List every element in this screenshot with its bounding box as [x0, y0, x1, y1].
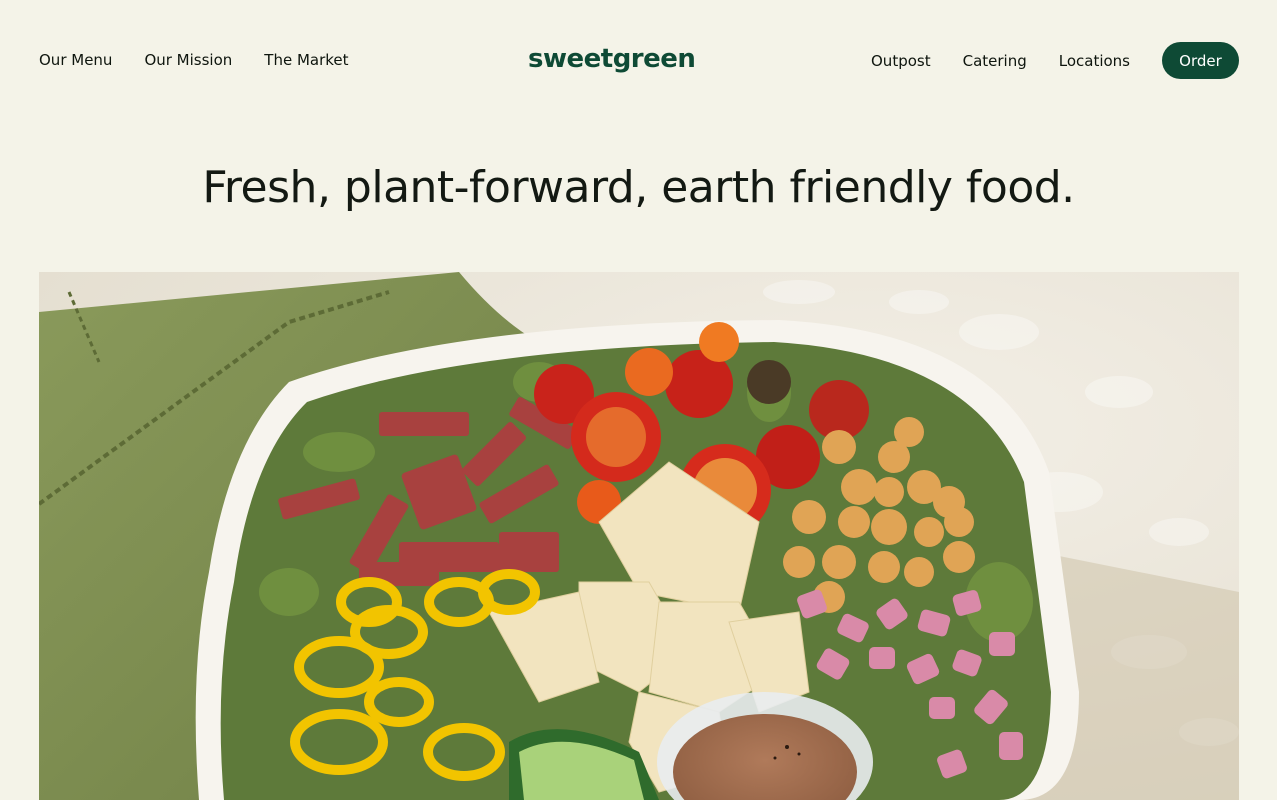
order-button[interactable]: Order: [1162, 42, 1239, 79]
nav-link-catering[interactable]: Catering: [963, 51, 1027, 71]
site-header: Our Menu Our Mission The Market sweetgre…: [0, 0, 1277, 122]
primary-nav-right: Outpost Catering Locations Order: [871, 42, 1239, 79]
hero-image: [39, 272, 1239, 800]
primary-nav-left: Our Menu Our Mission The Market: [39, 50, 349, 70]
nav-link-locations[interactable]: Locations: [1059, 51, 1130, 71]
sweetgreen-logo[interactable]: sweetgreen: [528, 42, 696, 76]
salad-bowl-illustration: [39, 272, 1239, 800]
nav-link-our-menu[interactable]: Our Menu: [39, 50, 112, 70]
nav-link-outpost[interactable]: Outpost: [871, 51, 931, 71]
nav-link-the-market[interactable]: The Market: [264, 50, 348, 70]
nav-link-our-mission[interactable]: Our Mission: [144, 50, 232, 70]
hero-headline: Fresh, plant-forward, earth friendly foo…: [202, 162, 1075, 213]
